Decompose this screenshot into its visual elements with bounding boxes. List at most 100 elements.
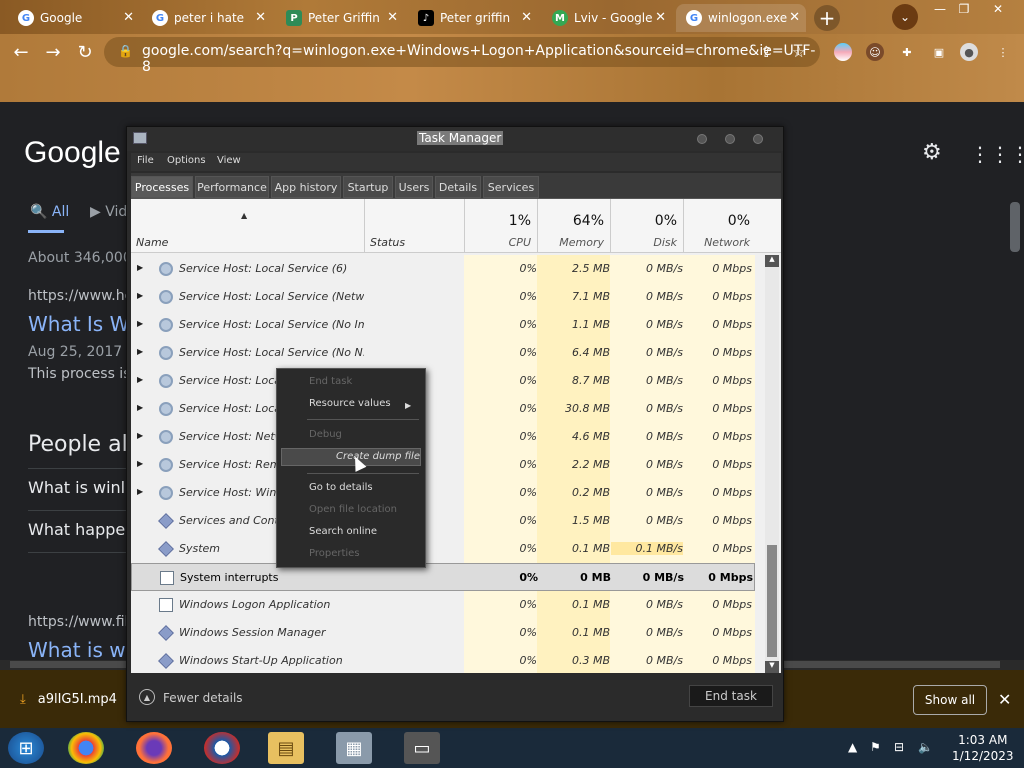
header-cpu[interactable]: CPU — [465, 236, 531, 249]
close-icon[interactable]: ✕ — [655, 10, 666, 25]
address-bar[interactable]: 🔒 google.com/search?q=winlogon.exe+Windo… — [104, 37, 820, 75]
menu-item-go-to-details[interactable]: Go to details — [309, 482, 373, 493]
expand-arrow-icon[interactable]: ▶ — [137, 319, 143, 328]
table-row[interactable]: ▶ Service Host: Netw 0% 4.6 MB 0 MB/s 0 Mbps — [131, 423, 755, 451]
network-icon[interactable]: ⊟ — [894, 740, 904, 754]
menu-item-resource-values[interactable]: Resource values — [309, 398, 391, 409]
end-task-button[interactable]: End task — [689, 685, 773, 707]
profile-avatar-icon[interactable]: ☺ — [866, 43, 884, 61]
result-title-link[interactable]: What is wir — [28, 638, 139, 662]
tab-details[interactable]: Details — [435, 176, 481, 198]
column-divider[interactable] — [364, 199, 365, 253]
menu-item-debug[interactable]: Debug — [309, 429, 342, 440]
side-panel-icon[interactable]: ▣ — [930, 43, 948, 61]
fewer-details-link[interactable]: Fewer details — [163, 691, 243, 705]
apps-grid-icon[interactable]: ⋮⋮⋮ — [970, 142, 1024, 166]
table-row[interactable]: Windows Logon Application 0% 0.1 MB 0 MB/s 0… — [131, 591, 755, 619]
kebab-menu-icon[interactable]: ⋮ — [994, 43, 1012, 61]
bookmark-star-icon[interactable]: ☆ — [792, 43, 805, 61]
close-icon[interactable]: ✕ — [255, 10, 266, 25]
page-scrollbar[interactable] — [1010, 202, 1020, 252]
menu-item-properties[interactable]: Properties — [309, 548, 360, 559]
file-explorer-icon[interactable]: ▤ — [268, 732, 304, 764]
browser-tab[interactable]: ♪ Peter griffin ✕ — [408, 4, 538, 32]
tab-videos[interactable]: ▶ Vid — [90, 204, 127, 220]
extension-icon[interactable] — [834, 43, 852, 61]
new-tab-button[interactable]: + — [814, 5, 840, 31]
menu-options[interactable]: Options — [167, 155, 206, 166]
table-row[interactable]: System 0% 0.1 MB 0.1 MB/s 0 Mbps — [131, 535, 755, 563]
table-row[interactable]: ▶ Service Host: Local Service (No N... 0% 6… — [131, 339, 755, 367]
close-icon[interactable]: ✕ — [123, 10, 134, 25]
header-disk[interactable]: Disk — [611, 236, 677, 249]
browser-tab[interactable]: G peter i hate ✕ — [142, 4, 272, 32]
chrome-icon[interactable] — [68, 732, 104, 764]
tab-search-button[interactable]: ⌄ — [892, 4, 918, 30]
result-title-link[interactable]: What Is Wi — [28, 312, 134, 336]
header-memory[interactable]: Memory — [538, 236, 604, 249]
close-icon[interactable]: ✕ — [789, 10, 800, 25]
close-icon[interactable]: ✕ — [521, 10, 532, 25]
close-download-bar-icon[interactable]: ✕ — [998, 690, 1011, 709]
menu-item-search-online[interactable]: Search online — [309, 526, 377, 537]
tab-app-history[interactable]: App history — [271, 176, 341, 198]
volume-icon[interactable]: 🔈 — [918, 740, 933, 754]
browser-tab[interactable]: M Lviv - Google ✕ — [542, 4, 672, 32]
expand-arrow-icon[interactable]: ▶ — [137, 291, 143, 300]
tab-all[interactable]: 🔍 All — [30, 204, 69, 220]
table-row[interactable]: ▶ Service Host: Local Service (Netw... 0% 7… — [131, 283, 755, 311]
result-url[interactable]: https://www.file. — [28, 614, 141, 630]
clock[interactable]: 1:03 AM 1/12/2023 — [952, 732, 1014, 764]
back-icon[interactable]: ← — [8, 42, 34, 63]
browser-tab-active[interactable]: G winlogon.exe ✕ — [676, 4, 806, 32]
settings-gear-icon[interactable]: ⚙ — [922, 140, 942, 165]
expand-arrow-icon[interactable]: ▶ — [137, 459, 143, 468]
expand-arrow-icon[interactable]: ▶ — [137, 263, 143, 272]
table-row[interactable]: Services and Contro 0% 1.5 MB 0 MB/s 0 Mbps — [131, 507, 755, 535]
table-row[interactable]: ▶ Service Host: Local 0% 8.7 MB 0 MB/s 0 Mbps — [131, 367, 755, 395]
app-window-icon[interactable]: ▭ — [404, 732, 440, 764]
table-row-selected[interactable]: System interrupts 0% 0 MB 0 MB/s 0 Mbps — [131, 563, 755, 591]
puzzle-icon[interactable]: ✚ — [898, 43, 916, 61]
header-status[interactable]: Status — [370, 236, 405, 249]
window-close-icon[interactable]: ✕ — [988, 2, 1008, 16]
minimize-icon[interactable] — [697, 134, 707, 144]
menu-view[interactable]: View — [217, 155, 241, 166]
menu-item-end-task[interactable]: End task — [309, 376, 352, 387]
tab-performance[interactable]: Performance — [195, 176, 269, 198]
table-row[interactable]: Windows Start-Up Application 0% 0.3 MB 0 MB… — [131, 647, 755, 673]
expand-arrow-icon[interactable]: ▶ — [137, 431, 143, 440]
table-row[interactable]: ▶ Service Host: Local 0% 30.8 MB 0 MB/s 0 Mbp… — [131, 395, 755, 423]
url-text[interactable]: google.com/search?q=winlogon.exe+Windows… — [142, 43, 820, 75]
table-row[interactable]: ▶ Service Host: Windo 0% 0.2 MB 0 MB/s 0 Mbps — [131, 479, 755, 507]
expand-arrow-icon[interactable]: ▶ — [137, 375, 143, 384]
menu-file[interactable]: File — [137, 155, 154, 166]
close-icon[interactable]: ✕ — [387, 10, 398, 25]
minimize-icon[interactable]: — — [930, 2, 950, 16]
expand-arrow-icon[interactable]: ▶ — [137, 347, 143, 356]
google-logo[interactable]: Google — [24, 136, 121, 170]
firefox-icon[interactable] — [136, 732, 172, 764]
table-row[interactable]: ▶ Service Host: Local Service (6) 0% 2.5 MB… — [131, 255, 755, 283]
chevron-up-icon[interactable]: ▲ — [139, 689, 155, 705]
reload-icon[interactable]: ↻ — [72, 42, 98, 63]
process-list-scrollbar[interactable]: ▲ ▼ — [765, 255, 779, 673]
table-row[interactable]: Windows Session Manager 0% 0.1 MB 0 MB/s 0 M… — [131, 619, 755, 647]
share-icon[interactable]: ⇪ — [760, 43, 773, 61]
table-row[interactable]: ▶ Service Host: Remo 0% 2.2 MB 0 MB/s 0 Mbps — [131, 451, 755, 479]
menu-item-open-file-location[interactable]: Open file location — [309, 504, 397, 515]
flag-icon[interactable]: ⚑ — [870, 740, 881, 754]
close-icon[interactable] — [753, 134, 763, 144]
expand-arrow-icon[interactable]: ▶ — [137, 403, 143, 412]
tab-startup[interactable]: Startup — [343, 176, 393, 198]
maximize-icon[interactable] — [725, 134, 735, 144]
tab-users[interactable]: Users — [395, 176, 433, 198]
title-bar[interactable]: Task Manager — [127, 127, 783, 151]
header-network[interactable]: Network — [684, 236, 750, 249]
forward-icon[interactable]: → — [40, 42, 66, 63]
tray-expand-icon[interactable]: ▲ — [848, 740, 857, 754]
task-manager-icon[interactable]: ▦ — [336, 732, 372, 764]
scroll-up-icon[interactable]: ▲ — [765, 255, 779, 267]
scroll-down-icon[interactable]: ▼ — [765, 661, 779, 673]
account-icon[interactable]: ● — [960, 43, 978, 61]
